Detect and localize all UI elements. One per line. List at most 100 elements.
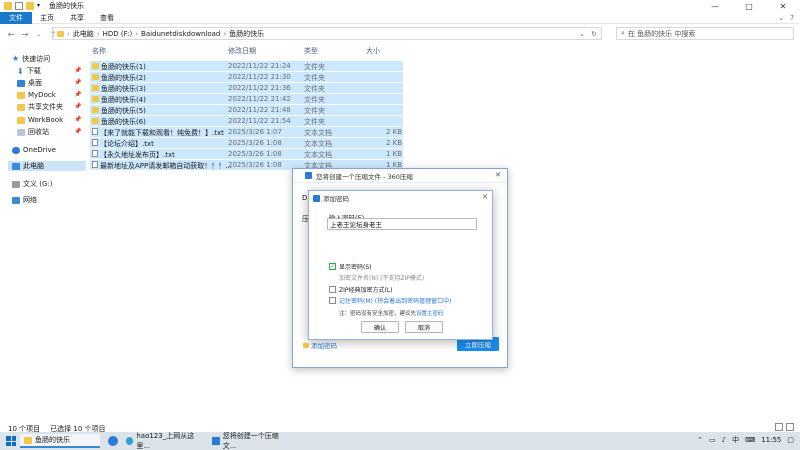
taskbar-app-browser[interactable]: hao123_上网从这里... xyxy=(122,432,206,450)
details-view-icon[interactable] xyxy=(775,423,783,431)
confirm-button[interactable]: 确认 xyxy=(361,321,399,333)
file-row[interactable]: 鱼肠的快乐(2) 2022/11/22 21:30 文件夹 xyxy=(90,72,403,82)
taskbar-app-explorer[interactable]: 鱼肠的快乐 xyxy=(20,434,100,448)
chevron-down-icon[interactable]: ⌄ xyxy=(34,31,44,38)
close-icon[interactable]: ✕ xyxy=(495,171,501,179)
zip-classic-checkbox[interactable] xyxy=(329,286,336,293)
tab-file[interactable]: 文件 xyxy=(0,11,32,24)
tab-home[interactable]: 主页 xyxy=(32,12,62,24)
sidebar-item-downloads[interactable]: ⬇ 下载 xyxy=(17,66,41,76)
tab-share[interactable]: 共享 xyxy=(62,12,92,24)
sidebar-item-drive-g[interactable]: 文义 (G:) xyxy=(12,179,52,189)
folder-icon xyxy=(92,85,99,91)
forward-arrow-icon[interactable]: → xyxy=(20,30,30,39)
sidebar-item-workbook[interactable]: WorkBook xyxy=(17,115,63,125)
browser-icon[interactable] xyxy=(108,436,118,446)
file-name: 【来了就能下载和观看！纯免费！】.txt xyxy=(100,129,224,137)
sidebar-item-mydock[interactable]: MyDock xyxy=(17,90,56,100)
file-date: 2025/3/26 1:08 xyxy=(228,150,282,158)
tab-view[interactable]: 查看 xyxy=(92,12,122,24)
remember-password-checkbox[interactable] xyxy=(329,297,336,304)
drive-icon xyxy=(12,180,20,188)
file-name: 最新地址及APP请发邮箱自动获取！！！... xyxy=(100,162,232,170)
pin-icon[interactable]: 📌 xyxy=(74,79,81,86)
sidebar-item-label: 共享文件夹 xyxy=(28,103,63,111)
breadcrumb-hdd[interactable]: HDD (F:) xyxy=(103,30,133,38)
close-button[interactable]: ✕ xyxy=(766,0,800,12)
file-row[interactable]: 【论坛介绍】.txt 2025/3/26 1:08 文本文档 2 KB xyxy=(90,138,403,148)
close-icon[interactable]: ✕ xyxy=(482,193,488,201)
taskbar-app-360zip[interactable]: 您将创建一个压缩文... xyxy=(208,432,294,450)
breadcrumb-current[interactable]: 鱼肠的快乐 xyxy=(229,29,264,39)
window-title: 鱼肠的快乐 xyxy=(49,2,84,10)
sidebar-item-onedrive[interactable]: OneDrive xyxy=(12,145,56,155)
maximize-button[interactable]: □ xyxy=(732,0,766,12)
sidebar-item-label: WorkBook xyxy=(28,116,64,124)
pin-icon[interactable]: 📌 xyxy=(74,128,81,135)
file-row[interactable]: 鱼肠的快乐(4) 2022/11/22 21:42 文件夹 xyxy=(90,94,403,104)
folder-icon[interactable] xyxy=(4,2,12,10)
chevron-down-icon[interactable]: ⌄ xyxy=(579,30,585,38)
notification-icon[interactable]: ▢ xyxy=(787,436,794,444)
clock[interactable]: 11:55 xyxy=(761,436,781,444)
compress-dialog-titlebar[interactable]: 您将创建一个压缩文件 - 360压缩 xyxy=(293,169,507,183)
column-type[interactable]: 类型 xyxy=(304,46,318,56)
help-icon[interactable]: ? xyxy=(790,14,794,22)
navigation-pane: ★ 快速访问 ⬇ 下载 📌 桌面 📌 MyDock 📌 共享文件夹 📌 Work… xyxy=(0,44,86,416)
sidebar-item-shared-folder[interactable]: 共享文件夹 xyxy=(17,102,63,112)
zip-classic-label: ZIP经典加密方式(L) xyxy=(339,287,393,294)
sidebar-item-network[interactable]: 网络 xyxy=(12,195,37,205)
breadcrumb-this-pc[interactable]: 此电脑 xyxy=(73,29,94,39)
sidebar-item-this-pc[interactable]: 此电脑 xyxy=(8,161,86,171)
network-icon[interactable]: ▭ xyxy=(709,436,716,444)
show-password-checkbox[interactable]: ✓ xyxy=(329,263,336,270)
file-row[interactable]: 【来了就能下载和观看！纯免费！】.txt 2025/3/26 1:07 文本文档… xyxy=(90,127,403,137)
view-toggle xyxy=(775,423,794,431)
back-arrow-icon[interactable]: ← xyxy=(6,30,16,39)
file-row[interactable]: 【永久地址发布页】.txt 2025/3/26 1:08 文本文档 1 KB xyxy=(90,149,403,159)
new-folder-icon[interactable] xyxy=(26,2,34,10)
refresh-icon[interactable]: ↻ xyxy=(591,30,597,38)
sidebar-item-quick-access[interactable]: ★ 快速访问 xyxy=(12,54,50,64)
pin-icon[interactable]: 📌 xyxy=(74,116,81,123)
folder-icon xyxy=(303,342,309,348)
remember-password-option[interactable]: 记住密码(M) (将会着出到密码管理窗口中) xyxy=(329,296,451,305)
file-row[interactable]: 鱼肠的快乐(5) 2022/11/22 21:48 文件夹 xyxy=(90,105,403,115)
keyboard-icon[interactable]: ⌨ xyxy=(745,436,755,444)
large-icons-view-icon[interactable] xyxy=(786,423,794,431)
file-date: 2022/11/22 21:54 xyxy=(228,117,291,125)
pin-icon[interactable]: 📌 xyxy=(74,67,81,74)
add-password-link[interactable]: 添加密码 xyxy=(303,340,337,350)
column-date[interactable]: 修改日期 xyxy=(228,46,256,56)
sidebar-item-recycle-bin[interactable]: 回收站 xyxy=(17,127,49,137)
file-row[interactable]: 鱼肠的快乐(1) 2022/11/22 21:24 文件夹 xyxy=(90,61,403,71)
pin-icon[interactable]: 📌 xyxy=(74,103,81,110)
zip-classic-option[interactable]: ZIP经典加密方式(L) xyxy=(329,285,393,294)
sidebar-item-desktop[interactable]: 桌面 xyxy=(17,78,42,88)
breadcrumb-baidu[interactable]: Baidunetdiskdownload xyxy=(141,30,220,38)
show-password-option[interactable]: ✓ 显示密码(S) xyxy=(329,262,372,271)
pin-icon[interactable]: 📌 xyxy=(74,91,81,98)
search-box[interactable]: ⌕ 在 鱼肠的快乐 中搜索 xyxy=(616,27,794,40)
column-size[interactable]: 大小 xyxy=(366,46,380,56)
chevron-down-icon[interactable]: ⌄ xyxy=(778,14,784,22)
minimize-button[interactable]: — xyxy=(698,0,732,12)
chevron-up-icon[interactable]: ⌃ xyxy=(697,436,703,444)
input-method-indicator[interactable]: 中 xyxy=(732,435,739,445)
volume-icon[interactable]: ♪ xyxy=(722,436,726,444)
text-file-icon xyxy=(92,128,98,135)
chevron-down-icon[interactable]: ▾ xyxy=(37,2,43,10)
file-row[interactable]: 鱼肠的快乐(6) 2022/11/22 21:54 文件夹 xyxy=(90,116,403,126)
set-master-password-link[interactable]: 设置主密码 xyxy=(416,311,444,317)
cancel-button[interactable]: 取消 xyxy=(405,321,443,333)
file-row[interactable]: 鱼肠的快乐(3) 2022/11/22 21:36 文件夹 xyxy=(90,83,403,93)
address-bar[interactable]: › 此电脑 › HDD (F:) › Baidunetdiskdownload … xyxy=(52,27,602,40)
password-input[interactable] xyxy=(327,218,477,230)
properties-icon[interactable] xyxy=(15,2,23,10)
pc-icon xyxy=(12,162,20,170)
add-password-titlebar[interactable]: 添加密码 xyxy=(309,191,492,205)
file-name: 鱼肠的快乐(2) xyxy=(101,74,146,82)
column-name[interactable]: 名称 xyxy=(92,46,106,56)
windows-start-icon[interactable] xyxy=(4,434,18,448)
file-date: 2022/11/22 21:30 xyxy=(228,73,291,81)
